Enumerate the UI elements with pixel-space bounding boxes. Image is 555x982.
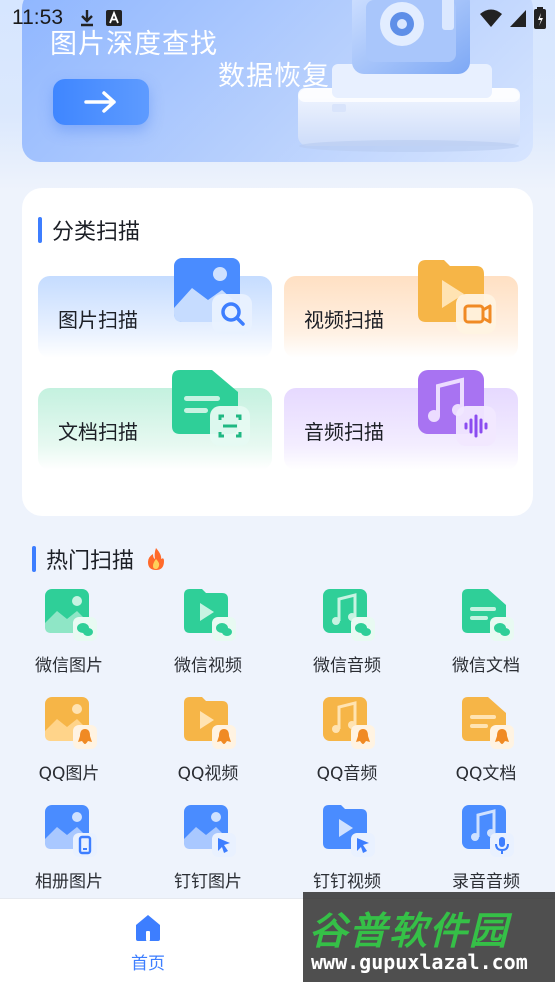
wechat-audio-icon xyxy=(323,589,375,641)
hot-item-label: QQ音频 xyxy=(316,764,378,784)
dingtalk-image-icon xyxy=(184,805,236,857)
tile-video-scan-label: 视频扫描 xyxy=(304,308,384,332)
title-accent-bar xyxy=(38,217,42,243)
tile-image-scan-label: 图片扫描 xyxy=(58,308,138,332)
hot-item-dingtalk-video[interactable]: 钉钉视频 xyxy=(278,801,416,901)
qq-video-icon xyxy=(184,697,236,749)
recording-audio-icon xyxy=(462,805,514,857)
hot-item-label: 微信图片 xyxy=(35,656,103,676)
hot-item-qq-audio[interactable]: QQ音频 xyxy=(278,693,416,793)
hot-item-qq-image[interactable]: QQ图片 xyxy=(0,693,138,793)
category-section-title: 分类扫描 xyxy=(38,214,140,246)
tile-image-scan[interactable]: 图片扫描 xyxy=(38,258,272,358)
banner-title-line2: 数据恢复 xyxy=(218,61,330,92)
hot-item-qq-document[interactable]: QQ文档 xyxy=(417,693,555,793)
status-bar: 11:53 xyxy=(0,0,555,36)
arrow-right-icon xyxy=(84,91,116,113)
hot-section-title: 热门扫描 xyxy=(32,543,166,575)
category-title-text: 分类扫描 xyxy=(52,220,141,245)
hot-item-label: 微信视频 xyxy=(174,656,242,676)
hot-item-recording-audio[interactable]: 录音音频 xyxy=(417,801,555,901)
wechat-video-icon xyxy=(184,589,236,641)
nav-home-label: 首页 xyxy=(131,954,165,974)
hot-item-label: QQ视频 xyxy=(177,764,239,784)
dingtalk-video-icon xyxy=(323,805,375,857)
tile-audio-scan-label: 音频扫描 xyxy=(304,420,384,444)
hot-item-dingtalk-image[interactable]: 钉钉图片 xyxy=(139,801,277,901)
hot-item-label: 录音音频 xyxy=(452,872,520,892)
watermark: 谷普软件园 www.gupuxlazal.com xyxy=(303,892,555,982)
document-icon xyxy=(172,370,250,446)
title-accent-bar xyxy=(32,546,36,572)
wifi-icon xyxy=(480,9,502,27)
battery-icon xyxy=(534,7,546,29)
fire-icon xyxy=(148,548,165,570)
tile-audio-scan[interactable]: 音频扫描 xyxy=(284,370,518,470)
hot-title-text: 热门扫描 xyxy=(46,549,135,574)
hot-item-label: 微信音频 xyxy=(313,656,381,676)
hot-item-qq-video[interactable]: QQ视频 xyxy=(139,693,277,793)
hot-item-label: 相册图片 xyxy=(35,872,103,892)
hot-item-label: 钉钉图片 xyxy=(174,872,242,892)
hot-item-wechat-document[interactable]: 微信文档 xyxy=(417,585,555,685)
image-icon xyxy=(174,258,252,334)
hot-item-label: QQ图片 xyxy=(38,764,100,784)
music-icon xyxy=(418,370,496,446)
tile-document-scan[interactable]: 文档扫描 xyxy=(38,370,272,470)
home-icon xyxy=(136,915,160,941)
download-icon xyxy=(81,10,93,27)
video-icon xyxy=(418,260,496,334)
watermark-brand: 谷普软件园 xyxy=(309,909,510,953)
nav-tab-home[interactable]: 首页 xyxy=(118,913,178,977)
tile-document-scan-label: 文档扫描 xyxy=(58,420,138,444)
qq-image-icon xyxy=(45,697,97,749)
wechat-document-icon xyxy=(462,589,514,641)
hot-item-wechat-video[interactable]: 微信视频 xyxy=(139,585,277,685)
signal-icon xyxy=(510,10,526,27)
hot-item-wechat-audio[interactable]: 微信音频 xyxy=(278,585,416,685)
tile-video-scan[interactable]: 视频扫描 xyxy=(284,260,518,358)
watermark-url: www.gupuxlazal.com xyxy=(311,950,528,974)
banner-go-button[interactable] xyxy=(53,79,149,125)
status-time: 11:53 xyxy=(12,6,63,29)
album-image-icon xyxy=(45,805,97,857)
qq-document-icon xyxy=(462,697,514,749)
hot-item-label: 微信文档 xyxy=(452,656,520,676)
hot-item-label: QQ文档 xyxy=(455,764,517,784)
wechat-image-icon xyxy=(45,589,97,641)
hot-item-wechat-image[interactable]: 微信图片 xyxy=(0,585,138,685)
hot-item-label: 钉钉视频 xyxy=(313,872,381,892)
hot-item-album-image[interactable]: 相册图片 xyxy=(0,801,138,901)
font-a-icon xyxy=(106,10,122,26)
qq-audio-icon xyxy=(323,697,375,749)
